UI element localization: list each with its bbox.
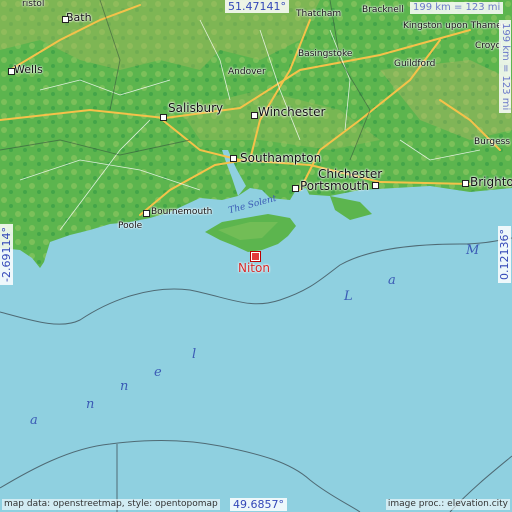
- place-label-bournemouth: Bournemouth: [151, 207, 213, 217]
- city-dot: [462, 180, 469, 187]
- target-place-label[interactable]: Niton: [238, 262, 270, 274]
- sea-letter: n: [120, 379, 129, 394]
- map-canvas: Bath Wells Andover Basingstoke Bracknell…: [0, 0, 512, 512]
- place-label-basingstoke: Basingstoke: [298, 49, 353, 59]
- city-dot: [143, 210, 150, 217]
- city-dot: [292, 185, 299, 192]
- place-label-poole: Poole: [118, 221, 143, 231]
- coord-right: 0.12136°: [498, 226, 511, 283]
- place-label-southampton: Southampton: [240, 151, 322, 165]
- place-label-thatcham: Thatcham: [296, 9, 342, 19]
- coord-bottom: 49.6857°: [230, 498, 287, 511]
- sea-letter: n: [86, 397, 95, 412]
- place-label-wells: Wells: [14, 63, 43, 76]
- place-label-croydon: Croyd: [475, 41, 502, 51]
- place-label-andover: Andover: [228, 67, 266, 77]
- place-label-portsmouth: Portsmouth: [300, 179, 369, 193]
- coord-left: -2.69114°: [0, 224, 13, 285]
- sea-letter: e: [154, 365, 162, 380]
- place-label-salisbury: Salisbury: [168, 101, 224, 115]
- place-label-brighton: Brighton: [470, 175, 512, 189]
- place-label-burgess-hill: Burgess H: [474, 137, 512, 147]
- coord-top: 51.47141°: [225, 0, 289, 13]
- sea-letter: a: [30, 413, 38, 428]
- sea-letter: a: [388, 273, 396, 288]
- place-label-kingston: Kingston upon Thames: [403, 21, 507, 31]
- map-credit: map data: openstreetmap, style: opentopo…: [2, 499, 220, 510]
- scale-vertical: 199 km = 123 mi: [499, 20, 511, 114]
- city-dot: [8, 68, 15, 75]
- place-label-bracknell: Bracknell: [362, 5, 404, 15]
- city-dot: [62, 16, 69, 23]
- place-label-bristol: ristol: [22, 0, 45, 9]
- processing-credit: image proc.: elevation.city: [385, 499, 510, 510]
- city-dot: [251, 112, 258, 119]
- sea-letter: l: [192, 347, 197, 362]
- place-label-winchester: Winchester: [258, 105, 326, 119]
- place-label-bath: Bath: [66, 11, 92, 24]
- sea-letter: L: [344, 289, 353, 304]
- place-label-guildford: Guildford: [394, 59, 436, 69]
- city-dot: [372, 182, 379, 189]
- city-dot: [160, 114, 167, 121]
- sea-letter: M: [466, 243, 480, 258]
- city-dot: [230, 155, 237, 162]
- scale-horizontal: 199 km = 123 mi: [410, 2, 504, 14]
- square-marker-icon[interactable]: [251, 252, 260, 261]
